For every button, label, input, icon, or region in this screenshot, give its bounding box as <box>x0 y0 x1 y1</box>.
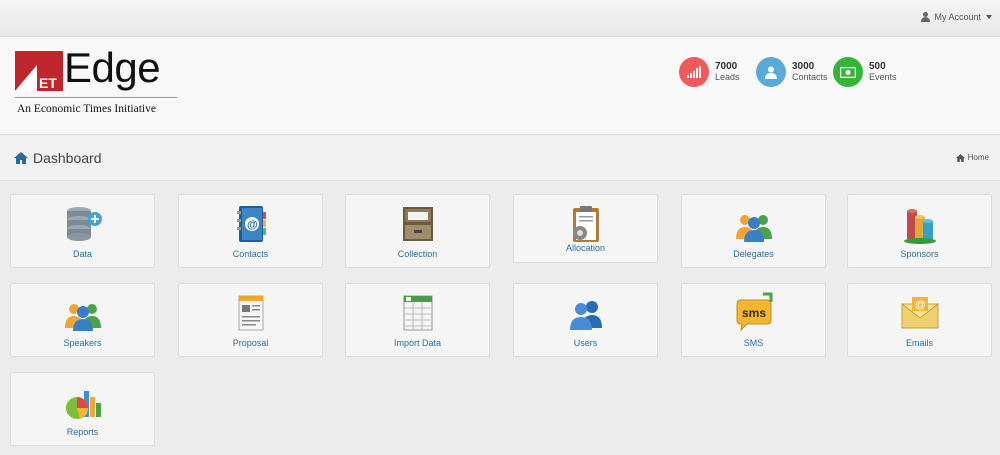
contacts-count: 3000 <box>792 61 815 72</box>
stat-events[interactable]: 500 Events <box>833 57 903 87</box>
tile-contacts[interactable]: @ Contacts <box>178 194 323 268</box>
envelope-icon: @ <box>899 292 941 334</box>
tile-collection[interactable]: Collection <box>345 194 490 268</box>
user-icon <box>756 57 786 87</box>
tile-delegates[interactable]: Delegates <box>681 194 826 268</box>
tile-sponsors[interactable]: Sponsors <box>847 194 992 268</box>
document-icon <box>230 292 272 334</box>
svg-text:@: @ <box>247 219 258 231</box>
stat-contacts[interactable]: 3000 Contacts <box>756 57 833 87</box>
users-icon <box>565 292 607 334</box>
database-icon <box>62 203 104 245</box>
tile-label: SMS <box>743 338 764 348</box>
tile-reports[interactable]: Reports <box>10 372 155 446</box>
svg-text:@: @ <box>915 299 926 311</box>
title-bar: Dashboard Home <box>0 136 1000 181</box>
tile-data[interactable]: Data <box>10 194 155 268</box>
svg-text:ET: ET <box>39 75 57 91</box>
pie-chart-icon <box>62 381 104 423</box>
tile-sms[interactable]: sms SMS <box>681 283 826 357</box>
logo-name: Edge <box>64 44 161 91</box>
top-bar: My Account <box>0 0 1000 37</box>
tile-users[interactable]: Users <box>513 283 658 357</box>
sms-bubble-icon: sms <box>733 292 775 334</box>
header: ET Edge An Economic Times Initiative 700… <box>0 37 1000 135</box>
leads-count: 7000 <box>715 61 738 72</box>
tile-label: Collection <box>397 249 438 259</box>
my-account-menu[interactable]: My Account <box>921 12 992 22</box>
file-cabinet-icon <box>397 203 439 245</box>
svg-text:sms: sms <box>742 306 766 320</box>
events-label: Events <box>869 72 897 82</box>
breadcrumb-label: Home <box>967 153 989 162</box>
leads-label: Leads <box>715 72 740 82</box>
group-icon <box>733 203 775 245</box>
tile-label: Emails <box>905 338 933 348</box>
tile-import-data[interactable]: Import Data <box>345 283 490 357</box>
clipboard-gear-icon <box>565 203 607 245</box>
tile-label: Sponsors <box>900 249 939 259</box>
tile-label: Proposal <box>232 338 269 348</box>
tile-label: Speakers <box>63 338 102 348</box>
signal-icon <box>679 57 709 87</box>
stats-bar: 7000 Leads 3000 Contacts 500 Events <box>679 57 903 87</box>
page-title: Dashboard <box>14 150 102 166</box>
logo-tagline: An Economic Times Initiative <box>17 103 156 115</box>
page-title-text: Dashboard <box>33 150 102 166</box>
coins-stack-icon <box>899 203 941 245</box>
caret-down-icon <box>986 15 992 19</box>
address-book-icon: @ <box>230 203 272 245</box>
et-edge-logo[interactable]: ET Edge An Economic Times Initiative <box>15 44 180 121</box>
stat-leads[interactable]: 7000 Leads <box>679 57 756 87</box>
tile-label: Users <box>573 338 598 348</box>
money-icon <box>833 57 863 87</box>
tile-label: Data <box>72 249 92 259</box>
tile-emails[interactable]: @ Emails <box>847 283 992 357</box>
tile-label: Reports <box>66 427 99 437</box>
tile-speakers[interactable]: Speakers <box>10 283 155 357</box>
home-icon <box>955 153 965 162</box>
events-count: 500 <box>869 61 886 72</box>
speakers-group-icon <box>62 292 104 334</box>
tile-label: Allocation <box>565 243 606 253</box>
spreadsheet-icon <box>397 292 439 334</box>
contacts-label: Contacts <box>792 72 828 82</box>
my-account-label: My Account <box>934 12 981 22</box>
tile-proposal[interactable]: Proposal <box>178 283 323 357</box>
breadcrumb-home[interactable]: Home <box>955 153 989 162</box>
et-badge-logo: ET <box>15 51 63 91</box>
logo-divider <box>15 97 177 98</box>
home-icon <box>14 152 28 164</box>
tile-allocation[interactable]: Allocation <box>513 194 658 263</box>
tile-label: Delegates <box>733 249 774 259</box>
tile-label: Import Data <box>393 338 442 348</box>
user-icon <box>921 12 931 22</box>
tile-label: Contacts <box>232 249 269 259</box>
